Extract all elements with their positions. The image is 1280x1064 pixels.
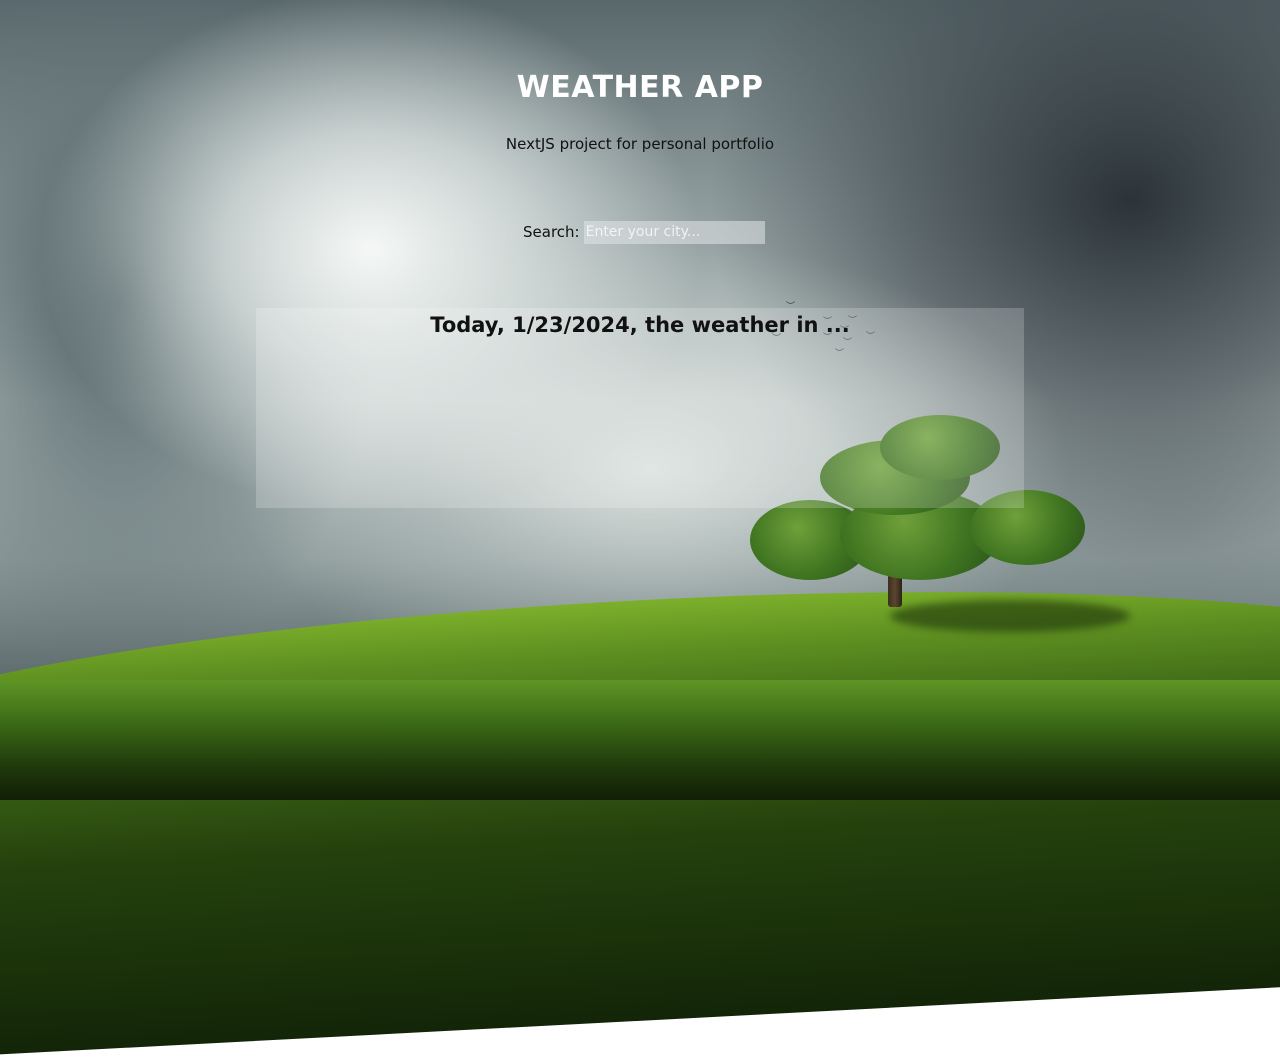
page-subtitle: NextJS project for personal portfolio [505, 135, 775, 153]
tree-shadow [890, 600, 1130, 632]
weather-heading: Today, 1/23/2024, the weather in ... [430, 313, 850, 337]
search-bar: Search: [523, 220, 765, 244]
search-input[interactable] [583, 220, 765, 244]
background-ground [0, 680, 1280, 800]
page-title: WEATHER APP [516, 70, 764, 105]
weather-panel: Today, 1/23/2024, the weather in ... [256, 308, 1024, 508]
search-label: Search: [523, 223, 580, 241]
